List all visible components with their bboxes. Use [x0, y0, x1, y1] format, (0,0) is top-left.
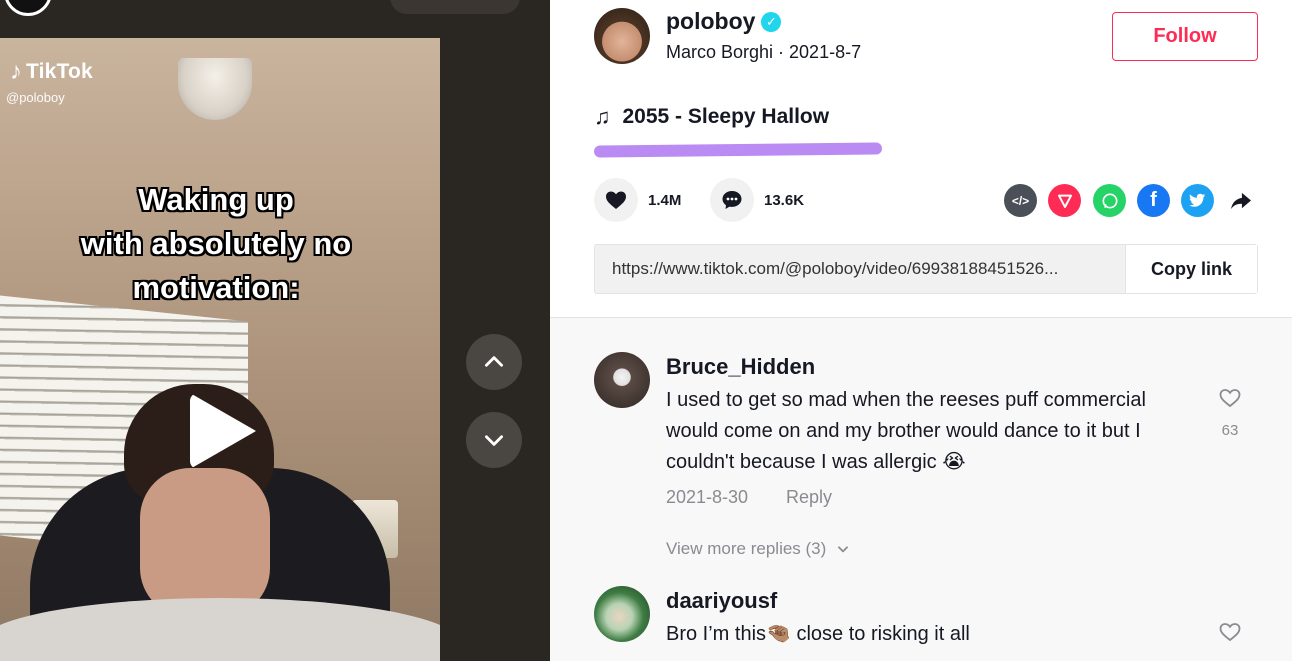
- whatsapp-glyph-icon: [1102, 193, 1117, 208]
- video-caption-overlay: Waking up with absolutely no motivation:: [0, 178, 432, 310]
- facebook-icon[interactable]: f: [1137, 184, 1170, 217]
- caption-line: with absolutely no: [80, 226, 352, 261]
- video-details-panel: poloboy ✓ Marco Borghi · 2021-8-7 Follow…: [550, 0, 1292, 661]
- send-arrow-icon: [1057, 194, 1072, 208]
- twitter-icon[interactable]: [1181, 184, 1214, 217]
- like-action[interactable]: 1.4M: [594, 178, 681, 222]
- view-more-replies-button[interactable]: View more replies (3): [666, 539, 850, 559]
- commenter-username[interactable]: Bruce_Hidden: [666, 354, 815, 380]
- whatsapp-icon[interactable]: [1093, 184, 1126, 217]
- twitter-bird-icon: [1188, 193, 1205, 207]
- chevron-down-icon: [838, 546, 849, 553]
- send-icon[interactable]: [1048, 184, 1081, 217]
- video-frame[interactable]: ♪ TikTok @poloboy Waking up with absolut…: [0, 38, 440, 661]
- embed-icon[interactable]: </>: [1004, 184, 1037, 217]
- top-pill-button[interactable]: [390, 0, 520, 14]
- view-more-replies-label: View more replies (3): [666, 539, 827, 558]
- comment-like-button[interactable]: [1216, 618, 1244, 646]
- app-logo-icon: [4, 0, 52, 16]
- like-button[interactable]: [594, 178, 638, 222]
- commenter-avatar[interactable]: [594, 352, 650, 408]
- comment-text: Bro I’m this🤏🏽 close to risking it all: [666, 623, 970, 645]
- author-avatar[interactable]: [594, 8, 650, 64]
- chevron-up-icon: [485, 356, 503, 367]
- tiktok-logo-icon: ♪: [10, 58, 22, 85]
- commenter-avatar[interactable]: [594, 586, 650, 642]
- person-hands: [140, 468, 270, 618]
- heart-outline-icon: [1219, 389, 1241, 408]
- watermark-handle: @poloboy: [6, 90, 65, 105]
- commenter-username[interactable]: daariyousf: [666, 588, 777, 614]
- reply-button[interactable]: Reply: [786, 487, 832, 508]
- comment-date: 2021-8-30: [666, 487, 749, 507]
- music-link[interactable]: ♫ 2055 - Sleepy Hallow: [594, 104, 829, 130]
- forward-icon[interactable]: [1224, 184, 1257, 217]
- heart-icon: [606, 191, 626, 209]
- music-note-icon: ♫: [594, 104, 611, 129]
- comment-action[interactable]: 13.6K: [710, 178, 804, 222]
- share-arrow-icon: [1230, 192, 1251, 209]
- music-title[interactable]: 2055 - Sleepy Hallow: [623, 105, 830, 129]
- ceiling-light: [178, 58, 252, 120]
- copy-link-button[interactable]: Copy link: [1125, 245, 1257, 293]
- comment-like-count: 63: [1221, 422, 1239, 439]
- comment-text: I used to get so mad when the reeses puf…: [666, 389, 1146, 473]
- comment-like-button[interactable]: [1216, 384, 1244, 412]
- follow-button[interactable]: Follow: [1112, 12, 1258, 61]
- highlighter-mark: [593, 142, 883, 158]
- author-username-row[interactable]: poloboy ✓: [666, 8, 782, 35]
- tiktok-watermark: ♪ TikTok: [10, 58, 93, 86]
- caption-line: motivation:: [132, 270, 300, 305]
- like-count: 1.4M: [648, 191, 682, 209]
- chevron-down-icon: [485, 435, 503, 446]
- share-link-url[interactable]: https://www.tiktok.com/@poloboy/video/69…: [595, 245, 1125, 293]
- comment-icon: [722, 191, 742, 209]
- author-username[interactable]: poloboy: [666, 8, 755, 35]
- play-icon[interactable]: [190, 393, 256, 469]
- tiktok-brand-text: TikTok: [26, 60, 93, 83]
- caption-line: Waking up: [138, 182, 294, 217]
- heart-outline-icon: [1219, 623, 1241, 642]
- comments-list[interactable]: Bruce_Hidden I used to get so mad when t…: [550, 318, 1292, 661]
- next-video-button[interactable]: [466, 412, 522, 468]
- verified-badge-icon: ✓: [761, 11, 782, 32]
- share-link-box: https://www.tiktok.com/@poloboy/video/69…: [594, 244, 1258, 294]
- author-meta: Marco Borghi · 2021-8-7: [666, 42, 862, 62]
- comment-button[interactable]: [710, 178, 754, 222]
- video-player[interactable]: ♪ TikTok @poloboy Waking up with absolut…: [0, 0, 550, 661]
- comment-count: 13.6K: [764, 191, 805, 209]
- previous-video-button[interactable]: [466, 334, 522, 390]
